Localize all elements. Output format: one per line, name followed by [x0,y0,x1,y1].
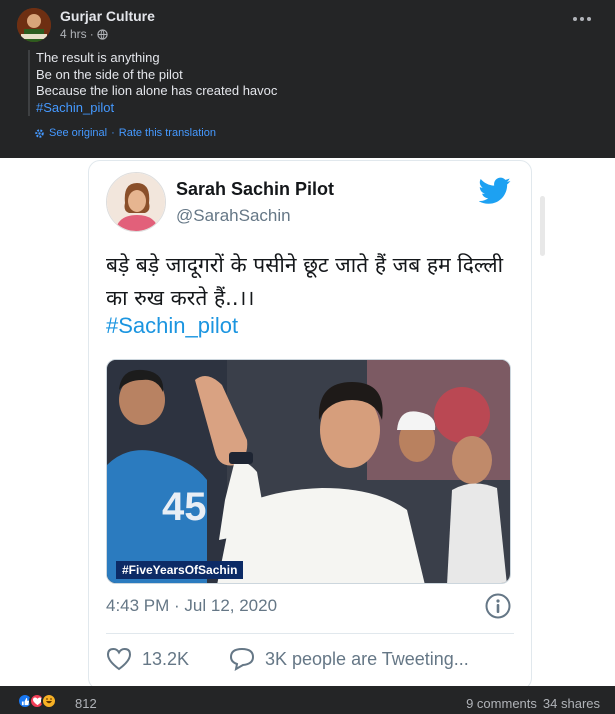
translated-text: The result is anything Be on the side of… [28,50,278,117]
post-image[interactable]: Sarah Sachin Pilot @SarahSachin बड़े बड़… [0,158,615,686]
translated-line-1: The result is anything [36,50,160,65]
twitter-bird-icon [479,177,511,204]
time-separator: · [89,27,94,41]
image-scroll-mark [540,196,545,256]
tweet-text: बड़े बड़े जादूगरों के पसीने छूट जाते हैं… [106,253,504,310]
reaction-count[interactable]: 812 [75,696,97,711]
heart-icon [106,647,132,671]
tweet-divider [106,633,514,634]
footer-stats: 9 comments 34 shares [466,696,600,711]
tweet-card: Sarah Sachin Pilot @SarahSachin बड़े बड़… [88,160,532,686]
speech-bubble-icon [229,647,255,671]
tweet-replies: 3K people are Tweeting... [229,647,469,671]
post-meta: 4 hrs · [60,27,108,41]
facebook-post: Gurjar Culture 4 hrs · The result is any… [0,0,615,714]
tweet-photo: 45 #FiveYearsOfSachin [106,359,511,584]
tweet-avatar [106,172,166,232]
info-icon [485,593,511,619]
haha-icon [41,693,57,709]
shares-count[interactable]: 34 shares [543,696,600,711]
globe-icon [97,28,108,40]
more-options-button[interactable] [573,14,593,24]
tweet-display-name: Sarah Sachin Pilot [176,179,335,199]
translated-line-3: Because the lion alone has created havoc [36,83,278,99]
link-separator: · [111,127,115,139]
likes-count: 13.2K [142,648,190,669]
rate-translation-link[interactable]: Rate this translation [119,127,216,139]
translated-line-2: Be on the side of the pilot [36,66,183,82]
translation-links: See original · Rate this translation [34,127,216,139]
reaction-icons[interactable] [17,693,57,709]
replies-text: 3K people are Tweeting... [265,648,469,669]
tweet-handle: @SarahSachin [176,206,291,225]
post-time[interactable]: 4 hrs [60,27,87,41]
page-avatar[interactable] [17,8,51,42]
tweet-timestamp: 4:43 PM · Jul 12, 2020 [106,596,278,615]
photo-caption: #FiveYearsOfSachin [116,561,244,579]
page-name[interactable]: Gurjar Culture [60,8,155,24]
see-original-link[interactable]: See original [49,127,107,139]
gear-icon [35,128,44,138]
post-hashtag[interactable]: #Sachin_pilot [36,100,277,117]
tweet-hashtag: #Sachin_pilot [106,313,239,338]
comments-count[interactable]: 9 comments [466,696,537,711]
svg-text:45: 45 [162,485,207,529]
tweet-likes: 13.2K [106,647,189,671]
post-footer: 812 9 comments 34 shares [0,686,615,714]
